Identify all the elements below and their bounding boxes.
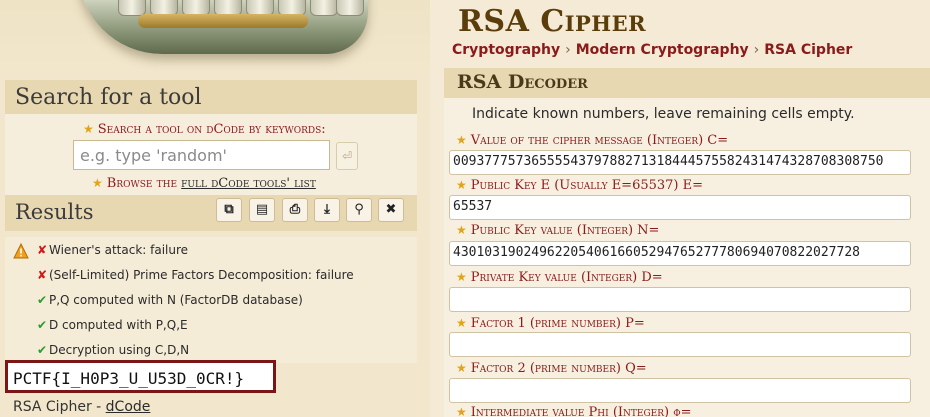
- search-input[interactable]: [73, 140, 330, 170]
- star-icon: ★: [456, 405, 467, 417]
- browse-prefix: Browse the: [106, 176, 178, 191]
- cryptex-logo-image: E U X O S A V E: [78, 0, 368, 54]
- save-icon: ▤: [255, 202, 269, 217]
- breadcrumb-rsa-cipher[interactable]: RSA Cipher: [764, 42, 852, 58]
- decoder-instructions: Indicate known numbers, leave remaining …: [472, 106, 855, 122]
- star-icon: ★: [456, 270, 467, 284]
- warning-icon: [13, 243, 29, 259]
- breadcrumb-cryptography[interactable]: Cryptography: [452, 42, 560, 58]
- field-label-text: Factor 1 (prime number) P=: [470, 316, 645, 331]
- factor-q-label: ★ Factor 2 (prime number) Q=: [456, 361, 647, 376]
- result-text: Wiener's attack: failure: [49, 243, 189, 257]
- breadcrumb-separator: ›: [565, 42, 571, 58]
- factor-p-input[interactable]: [449, 332, 911, 357]
- results-log: ✘ Wiener's attack: failure ✘ (Self-Limited…: [5, 237, 417, 363]
- breadcrumb: Cryptography › Modern Cryptography › RSA Cip…: [452, 42, 852, 58]
- close-icon: ✖: [385, 202, 397, 217]
- factor-p-label: ★ Factor 1 (prime number) P=: [456, 316, 645, 331]
- success-icon: ✔: [37, 343, 48, 357]
- search-submit-button[interactable]: ⏎: [336, 142, 358, 170]
- save-button[interactable]: ▤: [249, 198, 275, 222]
- star-icon: ★: [83, 122, 94, 136]
- search-section: ★Search a tool on dCode by keywords: ⏎ ★…: [5, 114, 417, 196]
- star-icon: ★: [456, 316, 467, 330]
- dcode-link[interactable]: dCode: [106, 399, 151, 415]
- search-heading: Search for a tool: [15, 85, 202, 110]
- cryptex-band: [138, 14, 308, 28]
- result-text: D computed with P,Q,E: [49, 318, 188, 332]
- breadcrumb-separator: ›: [753, 42, 760, 58]
- pin-icon: ⚲: [354, 202, 364, 217]
- decoder-section-header: RSA Decoder: [444, 68, 930, 98]
- result-text: (Self-Limited) Prime Factors Decompositi…: [49, 268, 354, 282]
- column-divider: [430, 0, 444, 417]
- field-label-text: Private Key value (Integer) D=: [470, 270, 663, 285]
- download-button[interactable]: ⤓: [314, 198, 340, 222]
- result-text: P,Q computed with N (FactorDB database): [49, 293, 303, 307]
- private-key-d-input[interactable]: [449, 287, 911, 312]
- field-label-text: Value of the cipher message (Integer) C=: [470, 133, 729, 148]
- logo-banner: E U X O S A V E: [0, 0, 430, 78]
- star-icon: ★: [456, 223, 467, 237]
- result-line: ✘ (Self-Limited) Prime Factors Decomposit…: [37, 268, 354, 282]
- star-icon: ★: [92, 176, 103, 190]
- enter-icon: ⏎: [341, 149, 353, 163]
- public-key-e-label: ★ Public Key E (Usually E=65537) E=: [456, 178, 703, 193]
- result-line: ✘ Wiener's attack: failure: [37, 243, 188, 257]
- failure-icon: ✘: [37, 268, 48, 282]
- public-key-n-label: ★ Public Key value (Integer) N=: [456, 223, 659, 238]
- main-content: RSA Cipher Cryptography › Modern Cryptogra…: [444, 0, 930, 417]
- page-title: RSA Cipher: [458, 4, 647, 39]
- private-key-d-label: ★ Private Key value (Integer) D=: [456, 270, 663, 285]
- field-label-text: Public Key E (Usually E=65537) E=: [470, 178, 704, 193]
- download-icon: ⤓: [324, 202, 330, 217]
- cipher-message-input[interactable]: 0093777573655554379788271318444575582431…: [449, 150, 911, 175]
- search-label: ★ Search a tool on dCode by keywords:: [83, 122, 326, 137]
- star-icon: ★: [456, 361, 467, 375]
- star-icon: ★: [456, 178, 467, 192]
- result-text: Decryption using C,D,N: [49, 343, 190, 357]
- failure-icon: ✘: [37, 243, 48, 257]
- footer-credit: RSA Cipher - dCode: [13, 399, 150, 415]
- copy-icon: ⧉: [224, 202, 234, 217]
- star-icon: ★: [456, 133, 467, 147]
- print-icon: ⎙: [289, 202, 301, 217]
- copy-button[interactable]: ⧉: [216, 198, 242, 222]
- success-icon: ✔: [37, 318, 48, 332]
- phi-label: ★ Intermediate value Phi (Integer) φ=: [456, 405, 692, 417]
- field-label-text: Intermediate value Phi (Integer) φ=: [470, 405, 692, 417]
- success-icon: ✔: [37, 293, 48, 307]
- factor-q-input[interactable]: [449, 378, 911, 403]
- close-results-button[interactable]: ✖: [378, 198, 404, 222]
- field-label-text: Factor 2 (prime number) Q=: [470, 361, 647, 376]
- footer-prefix: RSA Cipher -: [13, 399, 102, 415]
- decrypted-output[interactable]: PCTF{I_H0P3_U_U53D_0CR!}: [5, 360, 276, 393]
- full-tools-list-link[interactable]: full dCode tools' list: [181, 176, 316, 191]
- search-label-text: Search a tool on dCode by keywords:: [97, 122, 326, 137]
- public-key-n-input[interactable]: 4301031902496220540616605294765277780694…: [449, 241, 911, 266]
- cipher-message-label: ★ Value of the cipher message (Integer) C…: [456, 133, 728, 148]
- pin-button[interactable]: ⚲: [346, 198, 372, 222]
- search-section-header: Search for a tool: [5, 80, 417, 114]
- results-section-header: Results ⧉ ▤ ⎙ ⤓ ⚲ ✖: [5, 195, 417, 231]
- browse-tools-link[interactable]: ★ Browse the full dCode tools' list: [92, 176, 316, 191]
- left-column: E U X O S A V E Search for a tool ★Searc…: [0, 0, 430, 417]
- result-line: ✔ P,Q computed with N (FactorDB database): [37, 293, 303, 307]
- field-label-text: Public Key value (Integer) N=: [470, 223, 660, 238]
- breadcrumb-modern-cryptography[interactable]: Modern Cryptography: [576, 42, 749, 58]
- result-line: ✔ D computed with P,Q,E: [37, 318, 188, 332]
- results-heading: Results: [15, 200, 94, 224]
- decoder-heading: RSA Decoder: [457, 71, 588, 93]
- decoder-form: Indicate known numbers, leave remaining …: [444, 98, 930, 417]
- print-button[interactable]: ⎙: [282, 198, 308, 222]
- public-key-e-input[interactable]: 65537: [449, 195, 911, 220]
- result-line: ✔ Decryption using C,D,N: [37, 343, 189, 357]
